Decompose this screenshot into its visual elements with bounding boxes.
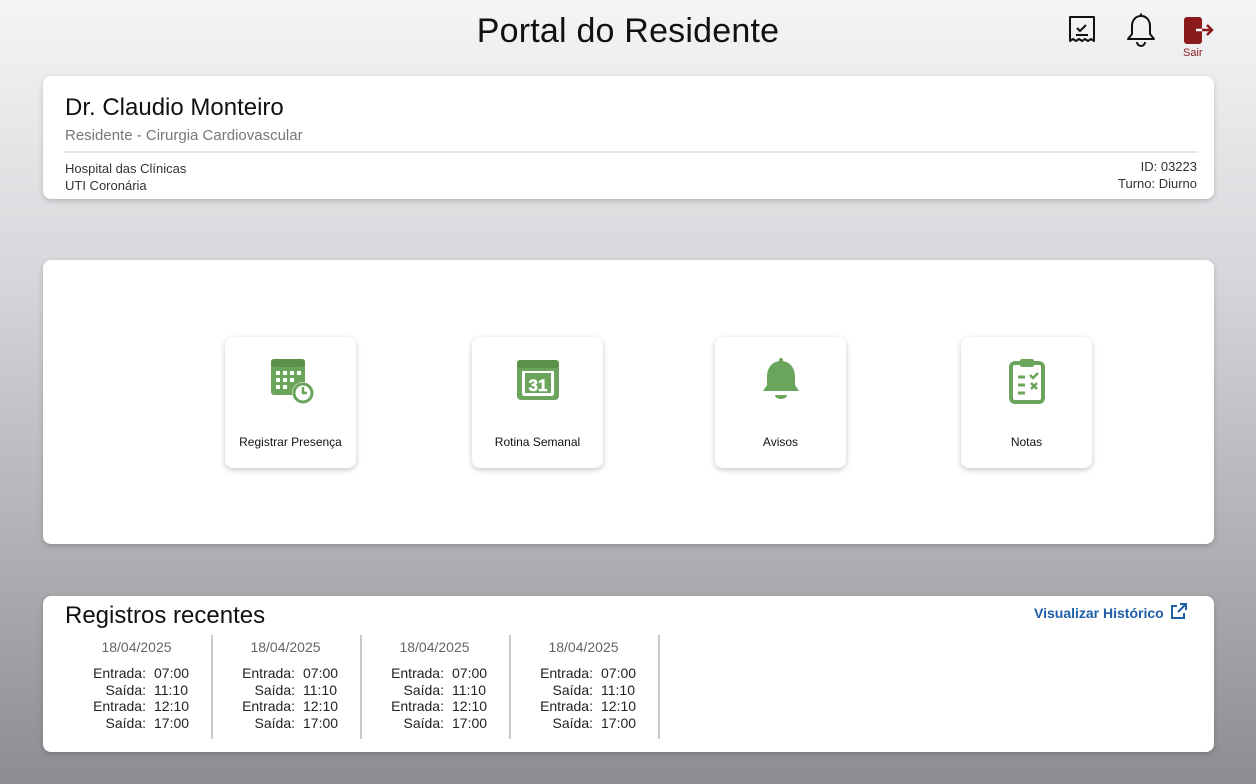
- record-label: Saída:: [552, 682, 593, 698]
- clipboard-icon: [961, 357, 1092, 409]
- logout-icon[interactable]: [1183, 17, 1215, 45]
- record-label: Entrada:: [93, 698, 146, 714]
- record-label: Saída:: [254, 682, 295, 698]
- record-label: Saída:: [105, 682, 146, 698]
- record-time: 07:00: [452, 665, 488, 681]
- record-time: 11:10: [154, 682, 188, 698]
- record-label: Entrada:: [93, 665, 146, 681]
- bell-icon: [715, 357, 846, 409]
- record-row: Saída: 11:10: [62, 682, 188, 698]
- records-title: Registros recentes: [65, 602, 266, 629]
- record-label: Saída:: [552, 715, 593, 731]
- history-link-label[interactable]: Visualizar Histórico: [1034, 605, 1164, 621]
- record-row: Entrada: 12:10: [360, 698, 487, 714]
- record-row: Saída: 17:00: [509, 715, 637, 731]
- record-time: 12:10: [601, 698, 637, 714]
- record-time: 17:00: [303, 715, 339, 731]
- tile-label: Rotina Semanal: [494, 435, 581, 449]
- calendar-31-icon: 31: [472, 357, 603, 409]
- record-label: Entrada:: [242, 698, 295, 714]
- record-row: Entrada: 07:00: [360, 665, 487, 681]
- tile-avisos[interactable]: Avisos: [715, 337, 846, 468]
- resident-name: Dr. Claudio Monteiro: [65, 94, 284, 121]
- record-time: 12:10: [154, 698, 190, 714]
- record-row: Saída: 11:10: [509, 682, 635, 698]
- history-link[interactable]: Visualizar Histórico: [1034, 603, 1187, 623]
- actions-card: Registrar Presença 31 Rotina Semanal Avi…: [43, 260, 1214, 544]
- record-entry: 18/04/2025 Entrada: 07:00 Saída: 11:10 Ent…: [360, 635, 511, 739]
- record-entry: 18/04/2025 Entrada: 07:00 Saída: 11:10 Ent…: [62, 635, 213, 739]
- record-label: Saída:: [403, 682, 444, 698]
- record-date: 18/04/2025: [250, 639, 321, 655]
- record-row: Entrada: 12:10: [509, 698, 636, 714]
- record-time: 11:10: [303, 682, 337, 698]
- record-row: Entrada: 07:00: [62, 665, 189, 681]
- hospital-name: Hospital das Clínicas: [65, 161, 187, 176]
- tile-notas[interactable]: Notas: [961, 337, 1092, 468]
- resident-role: Residente - Cirurgia Cardiovascular: [65, 127, 303, 144]
- record-row: Entrada: 12:10: [211, 698, 338, 714]
- record-time: 11:10: [601, 682, 635, 698]
- record-entry: 18/04/2025 Entrada: 07:00 Saída: 11:10 Ent…: [211, 635, 362, 739]
- record-label: Saída:: [254, 715, 295, 731]
- tile-registrar-presenca[interactable]: Registrar Presença: [225, 337, 356, 468]
- tile-label: Avisos: [762, 435, 799, 449]
- record-time: 07:00: [303, 665, 339, 681]
- checklist-icon[interactable]: [1067, 14, 1097, 48]
- record-time: 17:00: [154, 715, 190, 731]
- record-row: Entrada: 12:10: [62, 698, 189, 714]
- record-label: Saída:: [105, 715, 146, 731]
- external-link-icon[interactable]: [1170, 603, 1187, 623]
- record-time: 17:00: [452, 715, 488, 731]
- logout-label[interactable]: Sair: [1183, 47, 1203, 59]
- svg-text:31: 31: [528, 376, 547, 395]
- calendar-clock-icon: [225, 357, 356, 409]
- record-label: Entrada:: [242, 665, 295, 681]
- tile-rotina-semanal[interactable]: 31 Rotina Semanal: [472, 337, 603, 468]
- tile-label: Notas: [1010, 435, 1043, 449]
- record-label: Entrada:: [540, 698, 593, 714]
- record-row: Entrada: 07:00: [509, 665, 636, 681]
- records-card: Registros recentes Visualizar Histórico …: [43, 596, 1214, 752]
- tile-label: Registrar Presença: [239, 435, 342, 449]
- record-row: Saída: 17:00: [211, 715, 339, 731]
- bell-icon[interactable]: [1125, 13, 1157, 49]
- record-label: Entrada:: [540, 665, 593, 681]
- record-date: 18/04/2025: [101, 639, 172, 655]
- record-time: 12:10: [452, 698, 488, 714]
- record-entry: 18/04/2025 Entrada: 07:00 Saída: 11:10 Ent…: [509, 635, 660, 739]
- record-time: 12:10: [303, 698, 339, 714]
- record-row: Saída: 11:10: [211, 682, 337, 698]
- resident-ids: ID: 03223 Turno: Diurno: [1118, 158, 1197, 192]
- resident-shift: Turno: Diurno: [1118, 176, 1197, 191]
- divider: [65, 151, 1198, 153]
- profile-card: Dr. Claudio Monteiro Residente - Cirurgi…: [43, 76, 1214, 199]
- resident-id: ID: 03223: [1140, 159, 1197, 174]
- record-date: 18/04/2025: [548, 639, 619, 655]
- record-label: Saída:: [403, 715, 444, 731]
- record-row: Saída: 17:00: [360, 715, 488, 731]
- record-date: 18/04/2025: [399, 639, 470, 655]
- record-time: 07:00: [154, 665, 190, 681]
- record-time: 17:00: [601, 715, 637, 731]
- record-label: Entrada:: [391, 698, 444, 714]
- unit-name: UTI Coronária: [65, 178, 147, 193]
- location-info: Hospital das Clínicas UTI Coronária: [65, 160, 186, 194]
- record-row: Entrada: 07:00: [211, 665, 338, 681]
- record-label: Entrada:: [391, 665, 444, 681]
- record-row: Saída: 11:10: [360, 682, 486, 698]
- record-row: Saída: 17:00: [62, 715, 190, 731]
- record-time: 11:10: [452, 682, 486, 698]
- record-time: 07:00: [601, 665, 637, 681]
